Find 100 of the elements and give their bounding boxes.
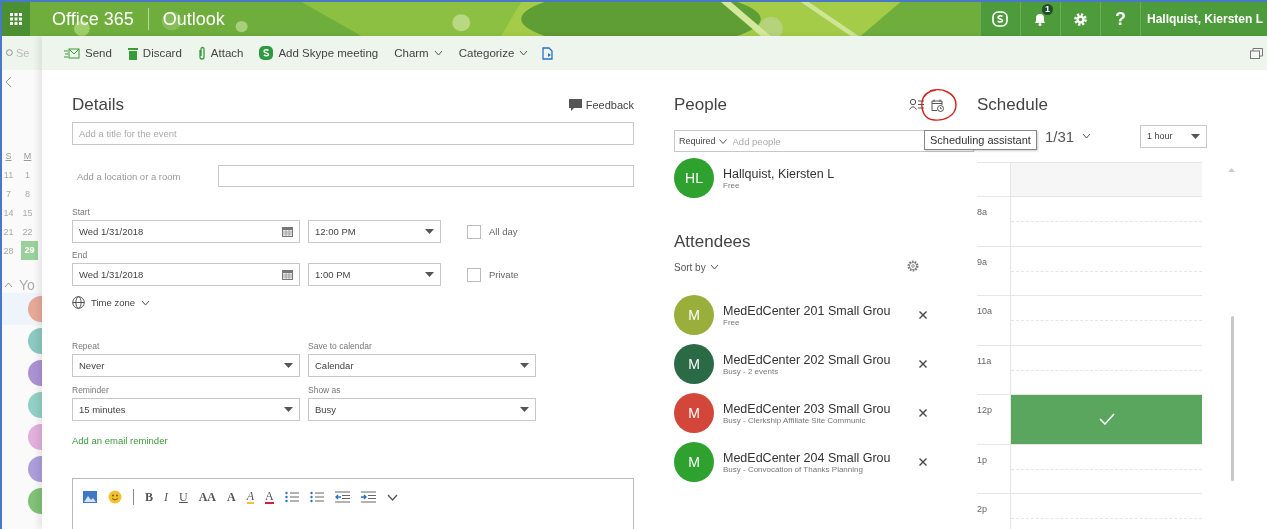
underline-button[interactable]: U bbox=[179, 489, 188, 505]
select-dropdown[interactable]: 15 minutes bbox=[72, 398, 300, 421]
duration-dropdown[interactable]: 1 hour bbox=[1140, 124, 1207, 148]
popout-icon[interactable] bbox=[1250, 47, 1263, 59]
smiley-icon[interactable] bbox=[108, 490, 122, 504]
select-dropdown[interactable]: Busy bbox=[308, 398, 536, 421]
hour-label: 1p bbox=[977, 454, 987, 465]
required-dropdown[interactable]: Required bbox=[675, 136, 731, 146]
remove-icon[interactable] bbox=[919, 409, 927, 417]
field-label: End bbox=[72, 250, 89, 260]
caret-icon bbox=[1191, 133, 1200, 139]
italic-button[interactable]: I bbox=[164, 489, 168, 505]
date-picker[interactable]: Wed 1/31/2018 bbox=[72, 220, 300, 243]
skype-icon bbox=[259, 46, 274, 60]
select-dropdown[interactable]: Calendar bbox=[308, 354, 536, 377]
availability-status: Busy - Clerkship Affiliate Site Communic bbox=[723, 415, 867, 425]
send-button[interactable]: Send bbox=[58, 44, 118, 62]
sort-dropdown[interactable]: Sort by bbox=[674, 261, 719, 273]
field-label: Reminder bbox=[72, 385, 110, 395]
all-day-checkbox[interactable]: All day bbox=[467, 224, 518, 239]
time-dropdown[interactable]: 12:00 PM bbox=[308, 220, 441, 243]
chevron-down-icon bbox=[709, 264, 719, 270]
attendee-name: MedEdCenter 203 Small Grou bbox=[723, 401, 892, 416]
hour-label: 9a bbox=[977, 256, 987, 267]
highlight-button[interactable]: A bbox=[246, 490, 255, 504]
avatar: M bbox=[674, 393, 714, 433]
skype-button[interactable]: Add Skype meeting bbox=[253, 43, 385, 63]
location-field[interactable] bbox=[218, 165, 634, 187]
attach-button[interactable]: Attach bbox=[191, 43, 250, 63]
section-label: Yo bbox=[19, 277, 35, 293]
weekday-label: S bbox=[4, 150, 13, 161]
section-title: Details bbox=[72, 95, 124, 115]
tooltip: Scheduling assistant bbox=[924, 130, 1037, 150]
field-label: Repeat bbox=[72, 341, 101, 351]
indent-icon[interactable] bbox=[360, 491, 376, 503]
remove-icon[interactable] bbox=[919, 360, 927, 368]
bullet-list-icon[interactable] bbox=[284, 491, 299, 503]
private-checkbox[interactable]: Private bbox=[467, 267, 519, 282]
notification-badge: 1 bbox=[1041, 4, 1053, 15]
format-button[interactable]: B bbox=[145, 489, 153, 505]
calendar-icon[interactable] bbox=[282, 226, 293, 237]
field-label: Show as bbox=[308, 385, 342, 395]
feedback-link[interactable]: Feedback bbox=[585, 99, 634, 111]
remove-icon[interactable] bbox=[919, 458, 927, 466]
avatar: M bbox=[674, 344, 714, 384]
attendee-name: MedEdCenter 204 Small Grou bbox=[723, 450, 892, 465]
caret-icon bbox=[520, 363, 529, 368]
date-dropdown[interactable]: 1/31 bbox=[1045, 127, 1092, 145]
discard-button[interactable]: Discard bbox=[121, 43, 188, 63]
caret-icon bbox=[284, 407, 293, 412]
caret-icon bbox=[520, 407, 529, 412]
font-color-button[interactable]: A bbox=[265, 490, 274, 504]
chevron-up-icon bbox=[4, 282, 13, 288]
date-picker[interactable]: Wed 1/31/2018 bbox=[72, 263, 300, 286]
availability-status: Busy - 2 events bbox=[723, 366, 780, 376]
section-title: Attendees bbox=[674, 232, 752, 252]
app-launcher-icon[interactable] bbox=[2, 2, 30, 36]
availability-status: Free bbox=[723, 317, 741, 327]
remove-icon[interactable] bbox=[919, 311, 927, 319]
dropdown-button[interactable]: Categorize bbox=[452, 44, 535, 62]
title-field[interactable]: Add a title for the event bbox=[72, 122, 634, 145]
availability-status: Busy - Convocation of Thanks Planning bbox=[723, 464, 864, 474]
section-title: People bbox=[674, 95, 727, 115]
caret-icon bbox=[284, 363, 293, 368]
format-button[interactable]: AA bbox=[198, 489, 217, 505]
scrollbar[interactable] bbox=[1231, 316, 1234, 481]
time-dropdown[interactable]: 1:00 PM bbox=[308, 263, 441, 286]
section-title: Schedule bbox=[977, 94, 1049, 116]
chevron-down-icon[interactable] bbox=[386, 493, 398, 501]
location-label: Add a location or a room bbox=[76, 170, 181, 182]
weekday-label: M bbox=[22, 150, 33, 161]
person-name: Hallquist, Kiersten L bbox=[723, 166, 835, 181]
time-zone-button[interactable]: Time zone bbox=[72, 292, 150, 309]
calendar-icon[interactable] bbox=[282, 269, 293, 280]
globe-icon bbox=[72, 296, 85, 309]
hour-label: 10a bbox=[977, 306, 993, 316]
numbered-list-icon[interactable] bbox=[309, 491, 324, 503]
outdent-icon[interactable] bbox=[334, 491, 350, 503]
scheduling-assistant-icon[interactable] bbox=[931, 98, 944, 112]
document-icon[interactable] bbox=[542, 46, 554, 60]
paperclip-icon bbox=[197, 46, 206, 60]
chevron-down-icon bbox=[433, 50, 443, 56]
email-reminder-link[interactable]: Add an email reminder bbox=[72, 435, 168, 446]
field-label: Start bbox=[72, 207, 91, 217]
hour-label: 2p bbox=[977, 504, 987, 514]
format-button[interactable]: A bbox=[227, 489, 236, 505]
caret-icon bbox=[425, 229, 434, 234]
speech-bubble-icon[interactable] bbox=[568, 99, 582, 111]
avatar: M bbox=[674, 442, 714, 482]
dropdown-button[interactable]: Charm bbox=[388, 44, 449, 62]
attendee-name: MedEdCenter 202 Small Grou bbox=[723, 352, 892, 367]
image-icon[interactable] bbox=[83, 491, 97, 503]
avatar: HL bbox=[674, 158, 714, 198]
search-icon bbox=[4, 48, 13, 58]
message-editor[interactable]: B I U AA A A A bbox=[72, 478, 634, 529]
hour-label: 8a bbox=[977, 207, 987, 217]
check-icon bbox=[1098, 413, 1115, 426]
select-dropdown[interactable]: Never bbox=[72, 354, 300, 377]
avatar: M bbox=[674, 295, 714, 335]
chevron-down-icon bbox=[1082, 133, 1092, 139]
